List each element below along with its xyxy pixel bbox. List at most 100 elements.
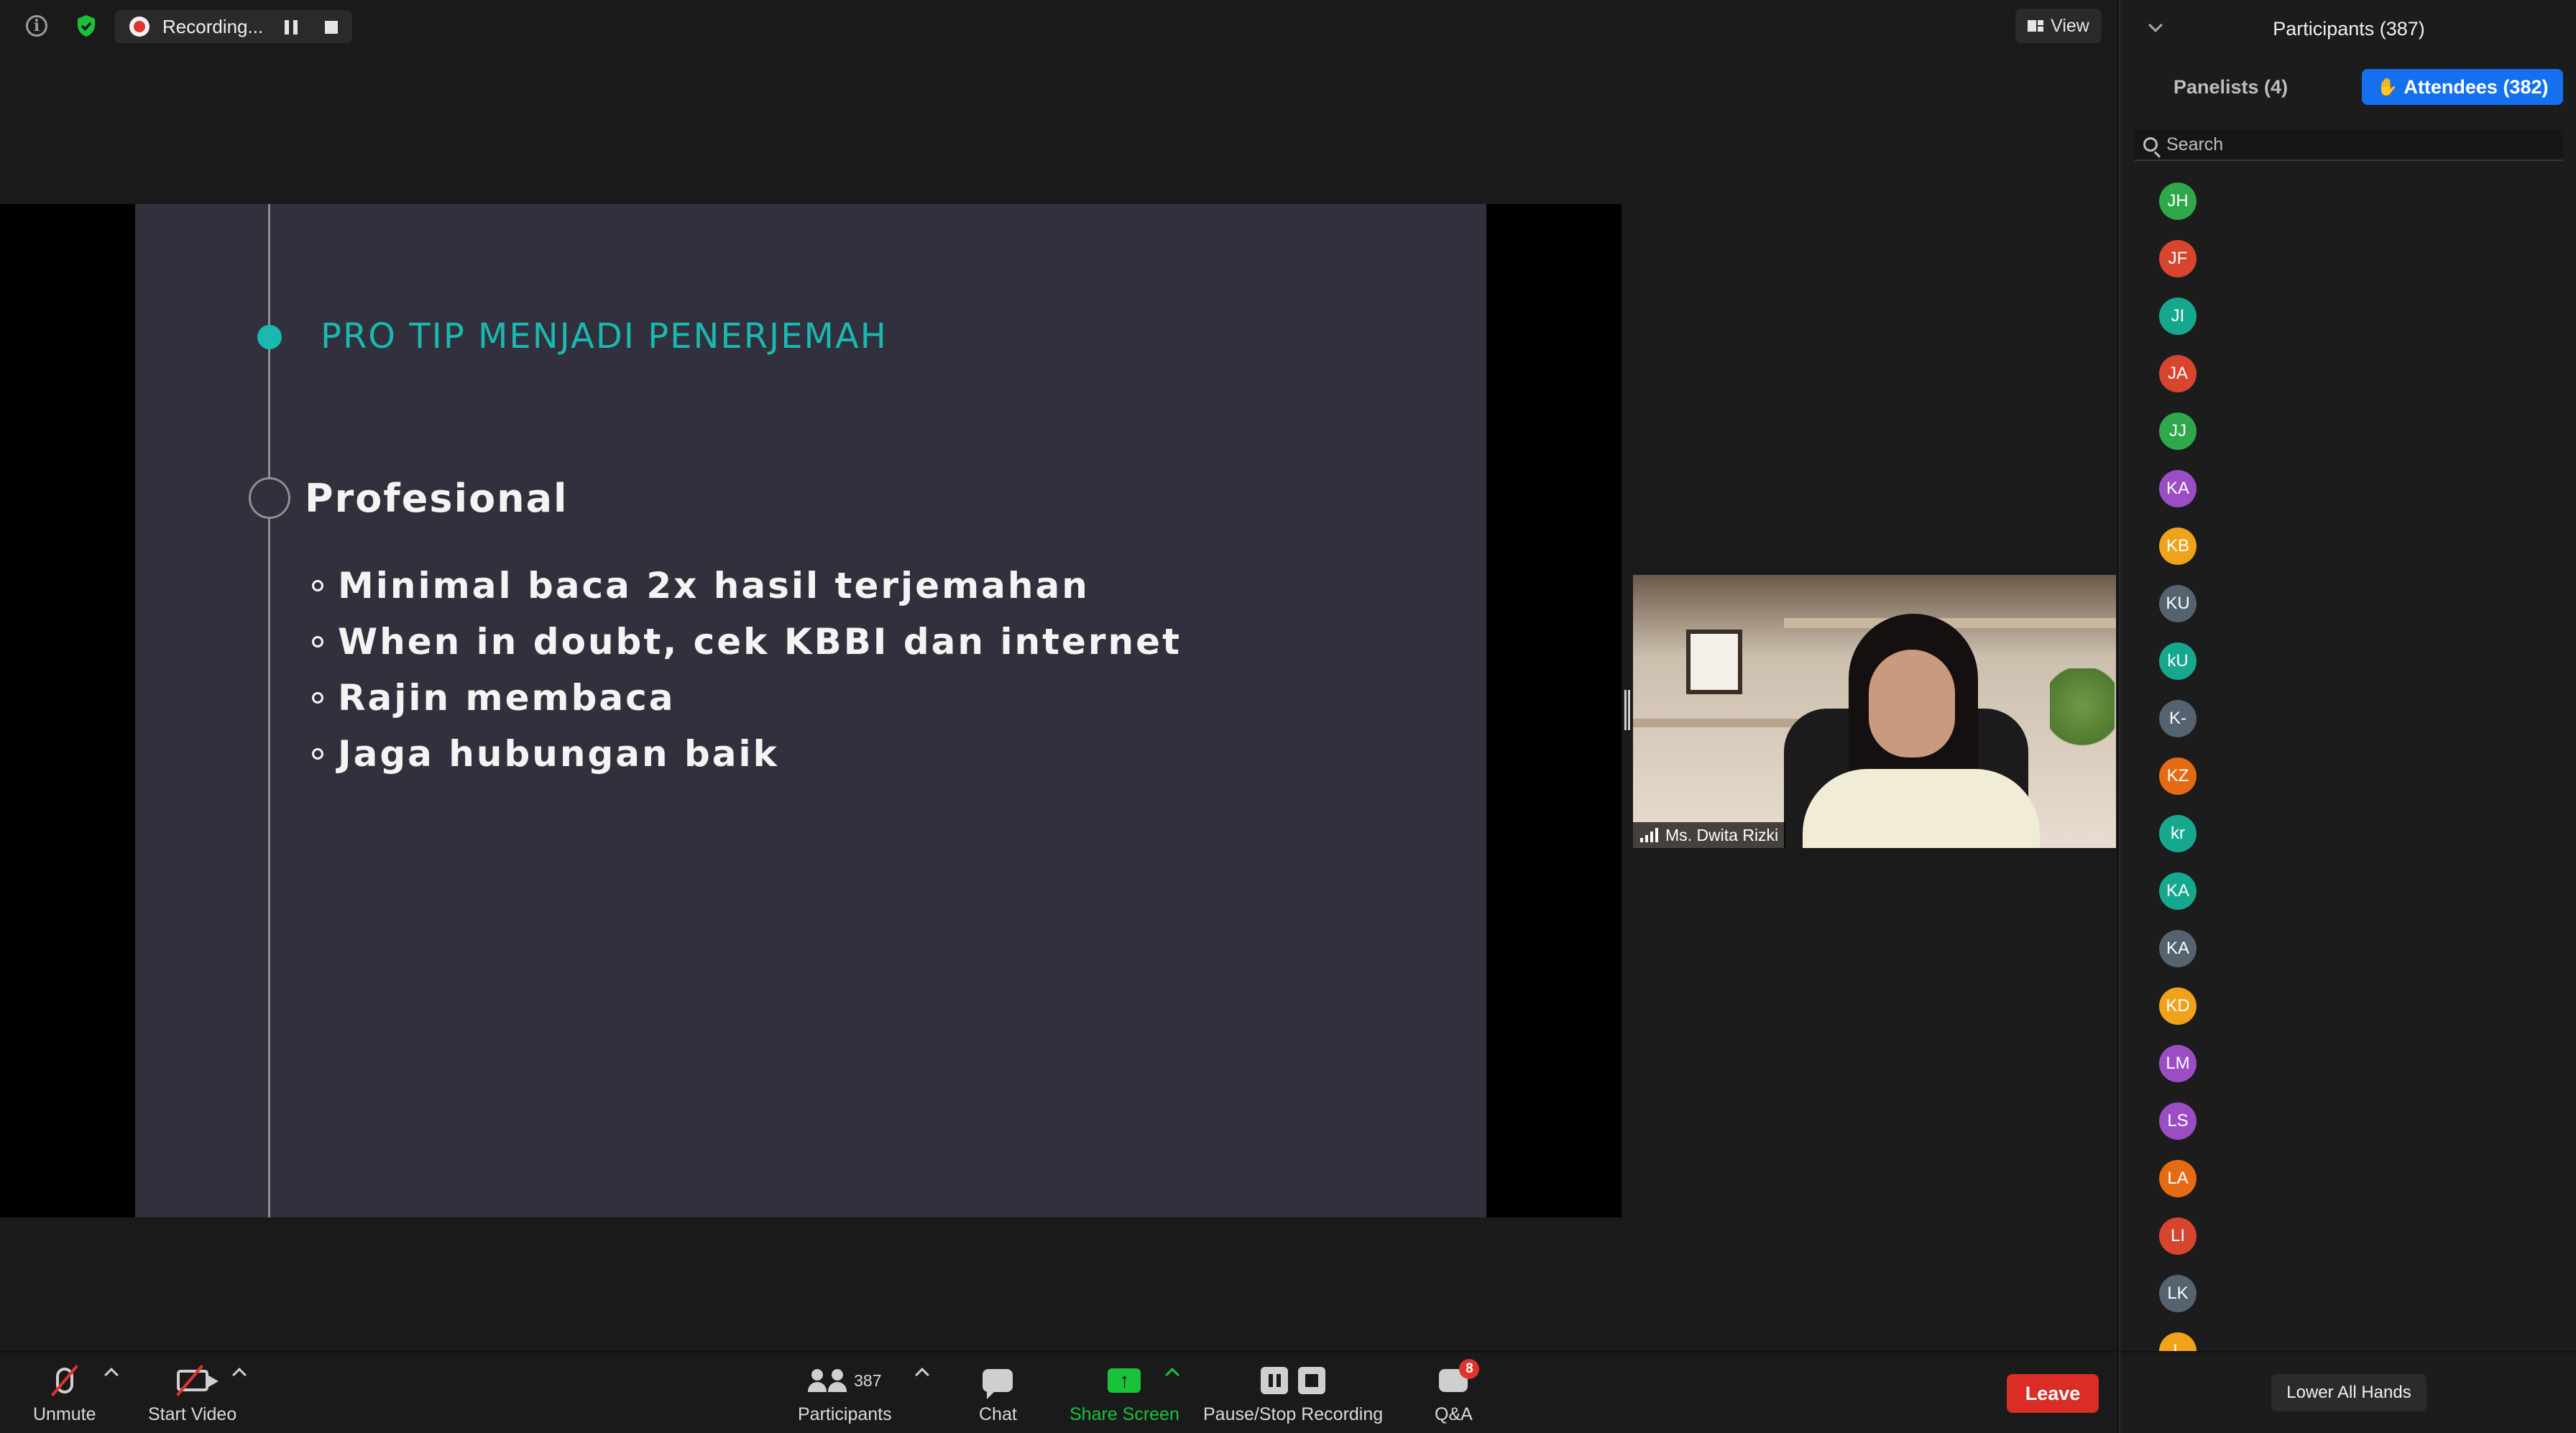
avatar: kU [2159, 642, 2196, 680]
start-video-label: Start Video [148, 1404, 237, 1424]
slide-bullet: When in doubt, cek KBBI dan internet [312, 614, 1182, 670]
chevron-down-icon[interactable] [2148, 18, 2163, 32]
slide-bullet: Jaga hubungan baik [312, 726, 1182, 782]
bullet-circle-icon [312, 580, 323, 591]
slide-bullet-list: Minimal baca 2x hasil terjemahan When in… [312, 558, 1182, 782]
list-item[interactable]: JJ [2120, 402, 2576, 460]
avatar: JJ [2159, 413, 2196, 450]
search-input[interactable] [2166, 134, 2540, 155]
view-label: View [2051, 15, 2089, 36]
attendee-list: JH JF JI JA JJ KA KB KU kU K- KZ kr KA KA KD LM LS LA LI LK… [2120, 172, 2576, 1351]
raised-hand-icon: ✋ [2376, 77, 2398, 97]
bullet-circle-icon [312, 748, 323, 760]
panel-footer: Lower All Hands [2120, 1351, 2576, 1433]
avatar: LA [2159, 1160, 2196, 1197]
pause-recording-icon[interactable] [285, 20, 298, 34]
list-item[interactable]: JI [2120, 287, 2576, 345]
lower-all-hands-button[interactable]: Lower All Hands [2271, 1374, 2426, 1411]
list-item[interactable]: KB [2120, 517, 2576, 575]
avatar: K- [2159, 700, 2196, 737]
pause-stop-recording-label: Pause/Stop Recording [1203, 1404, 1384, 1424]
tab-attendees[interactable]: ✋ Attendees (382) [2362, 69, 2563, 105]
video-resize-handle[interactable] [1624, 690, 1630, 730]
timeline-line [268, 204, 270, 1217]
list-item[interactable]: JH [2120, 172, 2576, 230]
qa-icon: 8 [1439, 1359, 1480, 1392]
pause-icon [1261, 1367, 1289, 1394]
shared-screen: PRO TIP MENJADI PENERJEMAH Profesional M… [0, 204, 1622, 1217]
avatar: L [2159, 1332, 2196, 1351]
info-icon[interactable]: i [26, 15, 47, 37]
shield-icon[interactable] [73, 13, 99, 39]
speaker-video-tile[interactable]: Ms. Dwita Rizki [1633, 575, 2116, 848]
video-name-label: Ms. Dwita Rizki [1633, 822, 1786, 848]
panel-header: Participants (387) [2120, 0, 2576, 57]
list-item[interactable]: KA [2120, 460, 2576, 517]
recording-label: Recording... [162, 15, 264, 37]
share-screen-button[interactable]: ↑ Share Screen [1070, 1364, 1179, 1425]
list-item[interactable]: kr [2120, 805, 2576, 862]
avatar: LK [2159, 1275, 2196, 1312]
list-item[interactable]: L [2120, 1322, 2576, 1351]
qa-badge: 8 [1459, 1359, 1480, 1379]
avatar: JH [2159, 183, 2196, 220]
avatar: KA [2159, 470, 2196, 507]
bullet-circle-icon [312, 692, 323, 704]
avatar: JF [2159, 240, 2196, 277]
share-screen-label: Share Screen [1070, 1404, 1179, 1424]
top-bar: i Recording... View [0, 0, 2117, 52]
avatar: LI [2159, 1217, 2196, 1255]
participant-tabs: Panelists (4) ✋ Attendees (382) [2120, 69, 2576, 106]
stop-recording-icon[interactable] [325, 21, 338, 34]
chat-button[interactable]: Chat [979, 1364, 1017, 1425]
participants-button[interactable]: 387 Participants [798, 1364, 892, 1425]
timeline-dot-ring [249, 477, 290, 519]
qa-button[interactable]: 8 Q&A [1435, 1359, 1480, 1425]
participants-options-chevron-icon[interactable] [915, 1368, 929, 1382]
search-icon [2143, 137, 2158, 152]
panel-title: Participants (387) [2273, 17, 2425, 40]
tab-panelists[interactable]: Panelists (4) [2174, 76, 2288, 98]
list-item[interactable]: KA [2120, 862, 2576, 920]
avatar: KD [2159, 987, 2196, 1025]
share-screen-icon: ↑ [1108, 1368, 1141, 1393]
list-item[interactable]: kU [2120, 632, 2576, 690]
list-item[interactable]: LM [2120, 1035, 2576, 1092]
avatar: KB [2159, 527, 2196, 565]
avatar: JA [2159, 355, 2196, 392]
list-item[interactable]: KZ [2120, 747, 2576, 805]
slide-bullet: Minimal baca 2x hasil terjemahan [312, 558, 1182, 614]
start-video-button[interactable]: Start Video [148, 1364, 236, 1425]
pause-stop-recording-button[interactable]: Pause/Stop Recording [1203, 1364, 1383, 1425]
list-item[interactable]: LA [2120, 1150, 2576, 1207]
list-item[interactable]: LS [2120, 1092, 2576, 1150]
list-item[interactable]: KD [2120, 977, 2576, 1035]
list-item[interactable]: KU [2120, 575, 2576, 632]
avatar: LM [2159, 1045, 2196, 1082]
participants-icon [808, 1369, 847, 1392]
participant-search [2135, 129, 2563, 161]
list-item[interactable]: JA [2120, 345, 2576, 402]
list-item[interactable]: K- [2120, 690, 2576, 747]
bullet-circle-icon [312, 636, 323, 648]
view-button[interactable]: View [2015, 9, 2102, 43]
slide-bullet: Rajin membaca [312, 670, 1182, 726]
slide-title: PRO TIP MENJADI PENERJEMAH [321, 316, 888, 356]
leave-button[interactable]: Leave [2007, 1374, 2099, 1413]
avatar: KA [2159, 872, 2196, 910]
chat-label: Chat [979, 1404, 1017, 1424]
signal-strength-icon [1640, 828, 1658, 842]
audio-options-chevron-icon[interactable] [104, 1368, 119, 1382]
meeting-toolbar: Unmute Start Video 387 Participants Chat… [0, 1351, 2117, 1433]
stop-icon [1298, 1367, 1326, 1394]
meeting-stage: i Recording... View PRO TIP MENJADI PENE… [0, 0, 2117, 1351]
unmute-button[interactable]: Unmute [33, 1364, 96, 1425]
avatar: kr [2159, 815, 2196, 852]
chat-icon [983, 1369, 1013, 1399]
presentation-slide: PRO TIP MENJADI PENERJEMAH Profesional M… [135, 204, 1486, 1217]
qa-label: Q&A [1435, 1404, 1473, 1424]
list-item[interactable]: LI [2120, 1207, 2576, 1265]
list-item[interactable]: KA [2120, 920, 2576, 977]
list-item[interactable]: JF [2120, 230, 2576, 287]
list-item[interactable]: LK [2120, 1265, 2576, 1322]
